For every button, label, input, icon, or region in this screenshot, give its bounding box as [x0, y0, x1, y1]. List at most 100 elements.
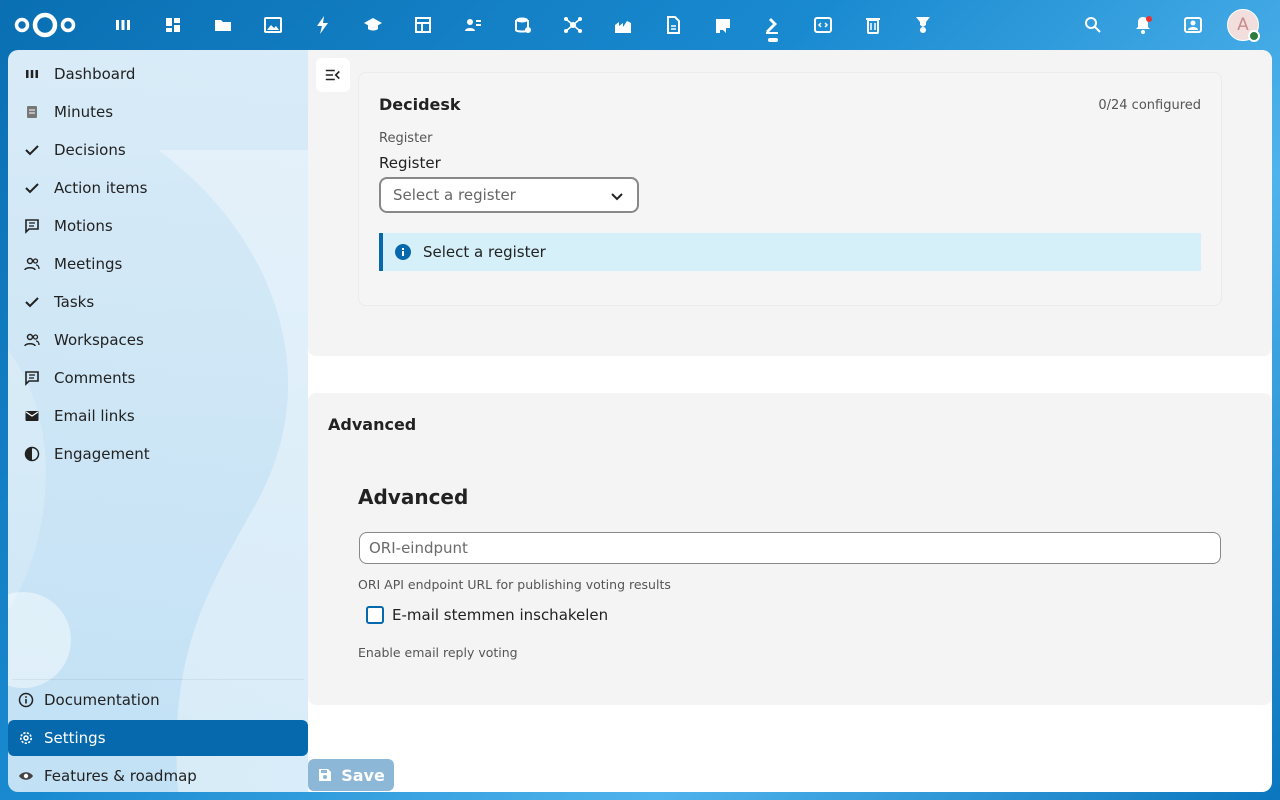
- sidebar-item-label: Dashboard: [54, 65, 136, 83]
- sidebar-item-settings[interactable]: Settings: [8, 720, 308, 756]
- sidebar-item-label: Workspaces: [54, 331, 144, 349]
- check-icon: [24, 294, 40, 310]
- email-voting-checkbox-row[interactable]: E-mail stemmen inschakelen: [366, 606, 608, 624]
- comment-icon: [24, 218, 40, 234]
- sidebar-item-meetings[interactable]: Meetings: [12, 245, 304, 283]
- sidebar-item-engagement[interactable]: Engagement: [12, 435, 304, 473]
- email-voting-label: E-mail stemmen inschakelen: [392, 606, 609, 624]
- network-app-icon[interactable]: [548, 0, 598, 50]
- sidebar-item-tasks[interactable]: Tasks: [12, 283, 304, 321]
- decidesk-card: Decidesk 0/24 configured Register Regist…: [358, 72, 1222, 306]
- nextcloud-logo-icon[interactable]: [14, 11, 76, 39]
- online-status-icon: [1248, 30, 1260, 42]
- ori-endpoint-help: ORI API endpoint URL for publishing voti…: [358, 577, 671, 592]
- contacts-menu-icon[interactable]: [1168, 0, 1218, 50]
- sidebar-item-label: Documentation: [44, 691, 160, 709]
- toggle-navigation-button[interactable]: [316, 58, 350, 92]
- dashboard-app-icon[interactable]: [98, 0, 148, 50]
- avatar[interactable]: A: [1227, 9, 1260, 42]
- document-app-icon[interactable]: [648, 0, 698, 50]
- advanced-title: Advanced: [358, 485, 469, 509]
- comment-icon: [24, 370, 40, 386]
- section-heading: Advanced: [328, 415, 417, 434]
- sidebar-item-label: Features & roadmap: [44, 767, 197, 785]
- settings-cog-app-icon[interactable]: [898, 0, 948, 50]
- nav-footer-list: Documentation Settings Features & roadmap: [8, 682, 308, 792]
- sidebar-item-label: Motions: [54, 217, 113, 235]
- trash-app-icon[interactable]: [848, 0, 898, 50]
- nav-list: Dashboard Minutes Decisions Action items Mot…: [12, 55, 304, 473]
- email-voting-checkbox[interactable]: [366, 606, 384, 624]
- flag-app-icon[interactable]: [698, 0, 748, 50]
- sidebar-item-motions[interactable]: Motions: [12, 207, 304, 245]
- sidebar-item-minutes[interactable]: Minutes: [12, 93, 304, 131]
- activity-app-icon[interactable]: [298, 0, 348, 50]
- save-label: Save: [341, 765, 385, 785]
- sidebar-item-workspaces[interactable]: Workspaces: [12, 321, 304, 359]
- save-icon: [319, 769, 332, 781]
- sidebar-item-label: Settings: [44, 729, 106, 747]
- register-select-placeholder: Select a register: [393, 186, 516, 204]
- gear-icon: [18, 730, 34, 746]
- people-icon: [24, 332, 40, 348]
- configured-count: 0/24 configured: [1098, 98, 1201, 113]
- nav-footer: Documentation Settings Features & roadmap: [8, 679, 308, 792]
- tables-app-icon[interactable]: [398, 0, 448, 50]
- main-content: Decidesk 0/24 configured Register Regist…: [308, 50, 1272, 792]
- info-icon: [18, 692, 34, 708]
- register-small-label: Register: [379, 131, 433, 146]
- search-icon[interactable]: [1068, 0, 1118, 50]
- advanced-section: Advanced Advanced ORI API endpoint URL f…: [308, 393, 1272, 705]
- sidebar-item-dashboard[interactable]: Dashboard: [12, 55, 304, 93]
- register-field-label: Register: [379, 154, 441, 172]
- header-right: A: [1068, 0, 1280, 50]
- dashboard-icon: [24, 66, 40, 82]
- register-select[interactable]: Select a register: [379, 177, 639, 213]
- notifications-bell-icon[interactable]: [1118, 0, 1168, 50]
- top-bar: A: [0, 0, 1280, 50]
- ori-endpoint-input[interactable]: [359, 532, 1221, 564]
- eye-icon: [18, 768, 34, 784]
- people-icon: [24, 256, 40, 272]
- files-app-icon[interactable]: [198, 0, 248, 50]
- photos-app-icon[interactable]: [248, 0, 298, 50]
- contrast-icon: [24, 446, 40, 462]
- sidebar-item-action-items[interactable]: Action items: [12, 169, 304, 207]
- sidebar-item-comments[interactable]: Comments: [12, 359, 304, 397]
- contacts-app-icon[interactable]: [448, 0, 498, 50]
- info-text: Select a register: [423, 243, 546, 261]
- sidebar-item-label: Action items: [54, 179, 148, 197]
- gavel-app-icon[interactable]: [748, 0, 798, 50]
- sidebar-item-label: Tasks: [54, 293, 95, 311]
- chart-app-icon[interactable]: [598, 0, 648, 50]
- app-menu: [98, 0, 948, 50]
- menu-collapse-icon: [325, 69, 340, 81]
- sidebar-item-email-links[interactable]: Email links: [12, 397, 304, 435]
- sidebar-item-features-roadmap[interactable]: Features & roadmap: [8, 758, 308, 792]
- email-voting-help: Enable email reply voting: [358, 645, 518, 660]
- database-app-icon[interactable]: [498, 0, 548, 50]
- document-icon: [24, 104, 40, 120]
- sidebar-item-label: Minutes: [54, 103, 114, 121]
- save-button[interactable]: Save: [308, 759, 394, 791]
- app-navigation: Dashboard Minutes Decisions Action items Mot…: [8, 50, 308, 792]
- sidebar-item-label: Engagement: [54, 445, 150, 463]
- sidebar-item-label: Meetings: [54, 255, 123, 273]
- avatar-initial: A: [1237, 15, 1249, 35]
- code-app-icon[interactable]: [798, 0, 848, 50]
- notification-dot: [1146, 16, 1152, 22]
- sidebar-item-documentation[interactable]: Documentation: [8, 682, 308, 718]
- grid-app-icon[interactable]: [148, 0, 198, 50]
- check-icon: [24, 142, 40, 158]
- email-icon: [24, 408, 40, 424]
- sidebar-item-decisions[interactable]: Decisions: [12, 131, 304, 169]
- sidebar-item-label: Email links: [54, 407, 135, 425]
- sidebar-item-label: Comments: [54, 369, 136, 387]
- register-section: Decidesk 0/24 configured Register Regist…: [308, 50, 1272, 356]
- info-notice: Select a register: [379, 233, 1201, 271]
- check-icon: [24, 180, 40, 196]
- nav-divider: [12, 679, 304, 680]
- chevron-down-icon: [611, 193, 623, 201]
- sidebar-item-label: Decisions: [54, 141, 126, 159]
- learning-app-icon[interactable]: [348, 0, 398, 50]
